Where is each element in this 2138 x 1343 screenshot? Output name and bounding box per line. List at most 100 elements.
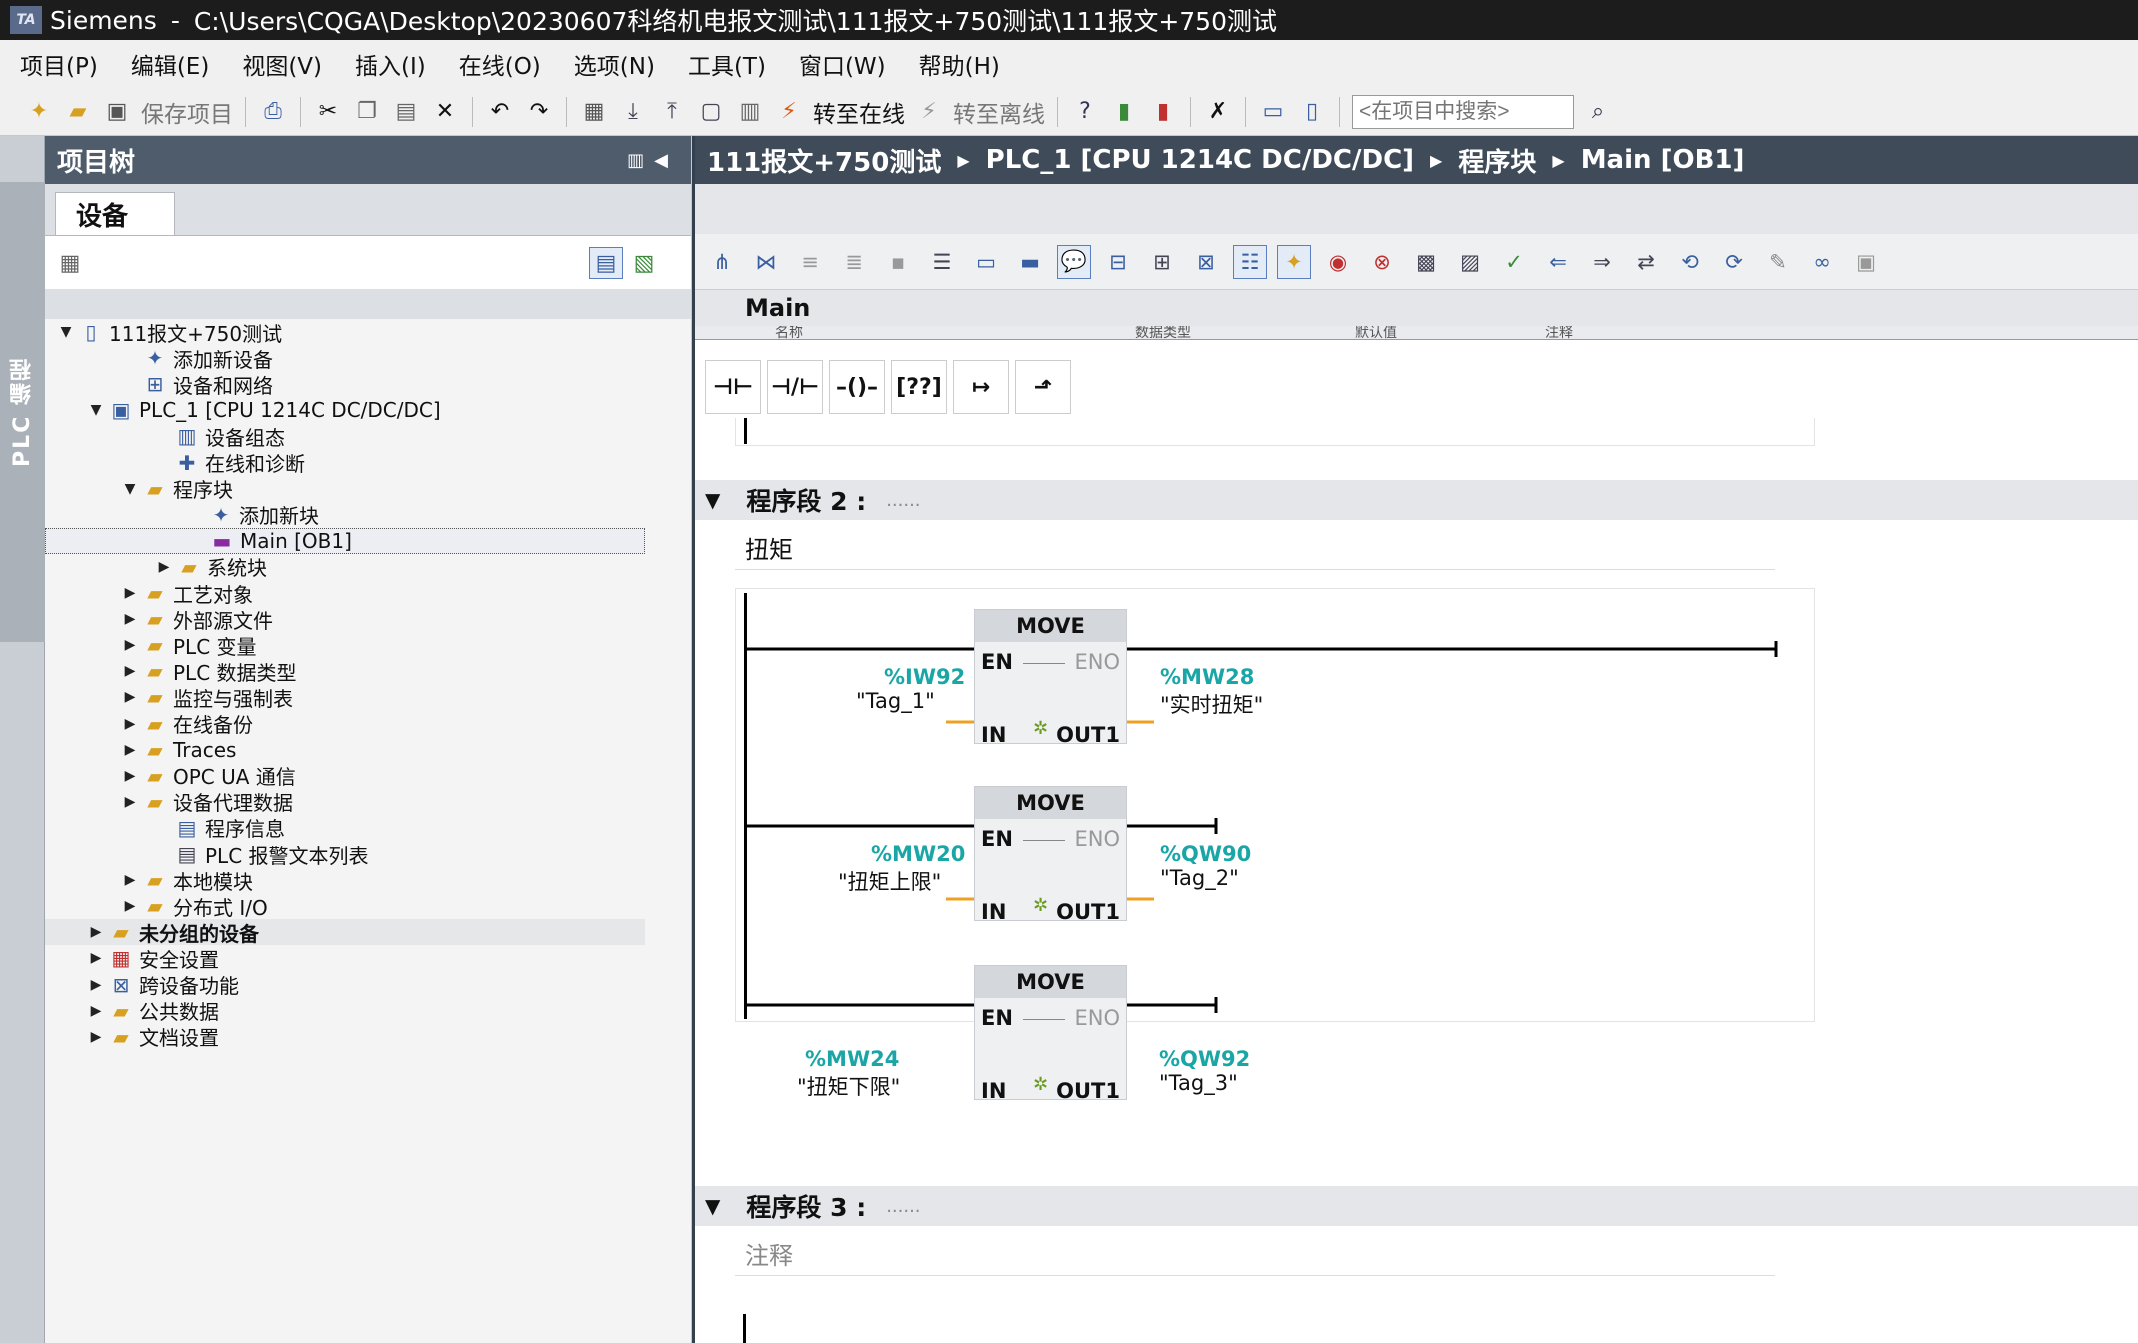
start-cpu-icon[interactable]: ▮ — [1109, 97, 1139, 127]
panel-layout-icon[interactable]: ▥ — [627, 150, 654, 171]
undo-icon[interactable]: ↶ — [485, 97, 515, 127]
delete-network-icon[interactable]: ⋈ — [749, 245, 783, 279]
expand-right-icon[interactable]: ▶ — [121, 742, 139, 758]
expand-right-icon[interactable]: ▶ — [121, 585, 139, 601]
tree-item[interactable]: ▶ ▰ Traces — [45, 737, 645, 763]
move-box[interactable]: MOVE EN ENO IN ✲ OUT1 — [974, 965, 1127, 1103]
menu-project[interactable]: 项目(P) — [20, 47, 98, 81]
in-tag[interactable]: "扭矩上限" — [838, 866, 941, 896]
tree-item[interactable]: ▶ ▰ 未分组的设备 — [45, 919, 645, 946]
expand-right-icon[interactable]: ▶ — [121, 637, 139, 653]
coil-icon[interactable]: –()– — [829, 360, 885, 414]
save-icon[interactable]: ▣ — [102, 97, 132, 127]
menu-window[interactable]: 窗口(W) — [799, 47, 886, 81]
collapse-icon[interactable]: ▼ — [705, 1194, 720, 1218]
breadcrumb-program-blocks[interactable]: 程序块 — [1458, 142, 1536, 179]
step-icon[interactable]: ▩ — [1409, 245, 1443, 279]
no-contact-icon[interactable]: ⊣⊢ — [705, 360, 761, 414]
in-tag[interactable]: "Tag_1" — [856, 689, 935, 713]
out-tag[interactable]: "Tag_2" — [1160, 866, 1239, 890]
go-to-previous-error-icon[interactable]: ⇐ — [1541, 245, 1575, 279]
print-icon[interactable]: ⎙ — [258, 97, 288, 127]
go-online-button[interactable]: 转至在线 — [813, 95, 905, 129]
tab-devices[interactable]: 设备 — [55, 192, 175, 235]
compile-icon[interactable]: ▦ — [579, 97, 609, 127]
go-offline-button[interactable]: 转至离线 — [953, 95, 1045, 129]
split-vertical-icon[interactable]: ▯ — [1297, 97, 1327, 127]
cut-icon[interactable]: ✂ — [313, 97, 343, 127]
menu-online[interactable]: 在线(O) — [459, 47, 541, 81]
tree-item[interactable]: ▶ ▰ 文档设置 — [45, 1024, 645, 1051]
upload-icon[interactable]: ⤒ — [657, 97, 687, 127]
download-icon[interactable]: ⤓ — [618, 97, 648, 127]
network-2-comment[interactable]: 扭矩 — [735, 526, 1775, 570]
menu-tools[interactable]: 工具(T) — [688, 47, 766, 81]
open-project-icon[interactable]: ▰ — [63, 97, 93, 127]
step-over-icon[interactable]: ▨ — [1453, 245, 1487, 279]
tree-item[interactable]: ▼ ▣ PLC_1 [CPU 1214C DC/DC/DC] — [45, 397, 645, 423]
network-overview-icon[interactable]: ▬ — [1013, 245, 1047, 279]
tree-view-icon[interactable]: ▤ — [589, 247, 623, 279]
copy-icon[interactable]: ❐ — [352, 97, 382, 127]
tree-item[interactable]: ▶ ▰ 分布式 I/O — [45, 893, 645, 920]
in-tag[interactable]: "扭矩下限" — [797, 1071, 900, 1101]
tree-item[interactable]: ▶ ▰ PLC 数据类型 — [45, 658, 645, 685]
remove-breakpoint-icon[interactable]: ⊗ — [1365, 245, 1399, 279]
open-branch-icon[interactable]: ↦ — [953, 360, 1009, 414]
simulation-icon[interactable]: ▢ — [696, 97, 726, 127]
glasses-icon[interactable]: ∞ — [1805, 245, 1839, 279]
modify-icon[interactable]: ✎ — [1761, 245, 1795, 279]
collapse-icon[interactable]: ▼ — [705, 488, 720, 512]
network-2-header[interactable]: ▼ 程序段 2 : ...... — [695, 480, 2138, 520]
show-tags-icon[interactable]: ⊠ — [1189, 245, 1223, 279]
move-box[interactable]: MOVE EN ENO IN ✲ OUT1 — [974, 609, 1127, 747]
expand-right-icon[interactable]: ▶ — [87, 1029, 105, 1045]
empty-box-icon[interactable]: [??] — [891, 360, 947, 414]
nc-contact-icon[interactable]: ⊣/⊢ — [767, 360, 823, 414]
go-online-icon[interactable]: ⚡ — [774, 97, 804, 127]
monitoring-on-icon[interactable]: ⟲ — [1673, 245, 1707, 279]
toggle-lines-icon[interactable]: ☷ — [1233, 244, 1267, 279]
tree-item[interactable]: ▶ ▰ 外部源文件 — [45, 606, 645, 633]
expand-right-icon[interactable]: ▶ — [87, 950, 105, 966]
plc-programming-tab[interactable]: PLC 编程 — [0, 182, 45, 642]
tree-item[interactable]: ▤ 程序信息 — [45, 815, 645, 842]
tree-item[interactable]: ▬ Main [OB1] — [45, 527, 645, 554]
tree-item[interactable]: ▤ PLC 报警文本列表 — [45, 841, 645, 868]
cross-reference-icon[interactable]: ✗ — [1203, 97, 1233, 127]
check-icon[interactable]: ✓ — [1497, 245, 1531, 279]
out-address[interactable]: %MW28 — [1160, 665, 1254, 689]
expand-right-icon[interactable]: ▶ — [121, 663, 139, 679]
out-count-icon[interactable]: ✲ — [1033, 1074, 1048, 1095]
close-all-networks-icon[interactable]: ▭ — [969, 245, 1003, 279]
accessible-devices-icon[interactable]: ? — [1070, 97, 1100, 127]
tree-item[interactable]: ▶ ▰ 监控与强制表 — [45, 684, 645, 711]
in-address[interactable]: %MW20 — [871, 842, 965, 866]
go-to-next-error-icon[interactable]: ⇒ — [1585, 245, 1619, 279]
menu-options[interactable]: 选项(N) — [574, 47, 655, 81]
network-comments-icon[interactable]: 💬 — [1057, 244, 1091, 279]
go-offline-icon[interactable]: ⚡ — [914, 97, 944, 127]
expand-right-icon[interactable]: ▶ — [121, 716, 139, 732]
expand-down-icon[interactable]: ▼ — [121, 481, 139, 497]
stop-cpu-icon[interactable]: ▮ — [1148, 97, 1178, 127]
search-icon[interactable]: ⌕ — [1583, 97, 1613, 127]
breadcrumb-project[interactable]: 111报文+750测试 — [707, 142, 941, 179]
collapse-panel-icon[interactable]: ◀ — [654, 150, 678, 171]
tree-item[interactable]: ▶ ▰ 设备代理数据 — [45, 789, 645, 816]
expand-right-icon[interactable]: ▶ — [121, 611, 139, 627]
tree-item[interactable]: ▶ ▰ PLC 变量 — [45, 632, 645, 659]
tree-refresh-icon[interactable]: ▧ — [627, 247, 661, 279]
breadcrumb-plc[interactable]: PLC_1 [CPU 1214C DC/DC/DC] — [986, 145, 1414, 175]
expand-right-icon[interactable]: ▶ — [155, 559, 173, 575]
tree-item[interactable]: ⊞ 设备和网络 — [45, 371, 645, 398]
expand-right-icon[interactable]: ▶ — [121, 898, 139, 914]
tree-item[interactable]: ▶ ▰ 在线备份 — [45, 711, 645, 738]
save-project-button[interactable]: 保存项目 — [141, 95, 233, 129]
tree-item[interactable]: ▶ ⊠ 跨设备功能 — [45, 972, 645, 999]
expand-right-icon[interactable]: ▶ — [121, 794, 139, 810]
tree-item[interactable]: ✦ 添加新块 — [45, 502, 645, 529]
delete-icon[interactable]: ✕ — [430, 97, 460, 127]
tree-overview-icon[interactable]: ▦ — [53, 247, 87, 279]
paste-icon[interactable]: ▤ — [391, 97, 421, 127]
